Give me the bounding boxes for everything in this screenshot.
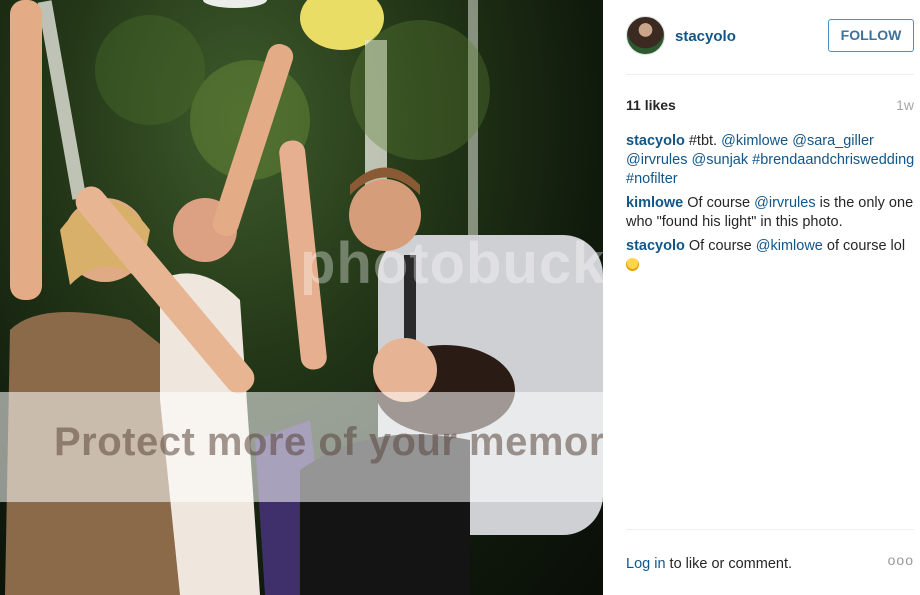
grinning-face-emoji	[626, 258, 639, 271]
comment-text: #tbt.	[684, 133, 722, 149]
more-options-icon[interactable]: ooo	[888, 552, 914, 568]
post-time[interactable]: 1w	[896, 97, 914, 113]
mention-link[interactable]: @irvrules	[626, 152, 687, 168]
username-link[interactable]: stacyolo	[675, 28, 736, 45]
likes-count[interactable]: 11 likes	[626, 97, 676, 113]
comment-item: kimlowe Of course @irvrules is the only …	[626, 194, 916, 232]
hashtag-link[interactable]: #brendaandchriswedding	[752, 152, 914, 168]
watermark-text: Protect more of your memories	[54, 420, 603, 464]
login-link[interactable]: Log in	[626, 556, 666, 572]
mention-link[interactable]: @kimlowe	[756, 238, 823, 254]
comment-username[interactable]: stacyolo	[626, 133, 685, 149]
comment-item: stacyolo Of course @kimlowe of course lo…	[626, 237, 916, 275]
mention-link[interactable]: @sara_giller	[792, 133, 874, 149]
mention-link[interactable]: @kimlowe	[721, 133, 788, 149]
post-sidebar: stacyolo FOLLOW 11 likes 1w stacyolo #tb…	[603, 0, 920, 595]
follow-button[interactable]: FOLLOW	[828, 19, 914, 52]
comment-text: of course lol	[822, 238, 906, 254]
mention-link[interactable]: @sunjak	[691, 152, 748, 168]
comment-text: Of course	[683, 195, 755, 211]
divider	[626, 529, 914, 530]
comment-username[interactable]: stacyolo	[626, 238, 685, 254]
hashtag-link[interactable]: #nofilter	[626, 171, 678, 187]
avatar[interactable]	[626, 16, 665, 55]
divider	[626, 74, 914, 75]
photo-scene	[5, 0, 603, 595]
comment-username[interactable]: kimlowe	[626, 195, 683, 211]
comment-list: stacyolo #tbt. @kimlowe @sara_giller @ir…	[626, 132, 916, 280]
watermark-logo: photobucket	[300, 231, 603, 296]
post-photo[interactable]: photobucket Protect more of your memorie…	[0, 0, 603, 595]
mention-link[interactable]: @irvrules	[754, 195, 815, 211]
login-prompt: Log in to like or comment.	[626, 556, 792, 572]
comment-text: Of course	[684, 238, 756, 254]
login-prompt-text: to like or comment.	[665, 556, 793, 572]
post-header: stacyolo FOLLOW	[626, 14, 914, 60]
comment-item: stacyolo #tbt. @kimlowe @sara_giller @ir…	[626, 132, 916, 189]
